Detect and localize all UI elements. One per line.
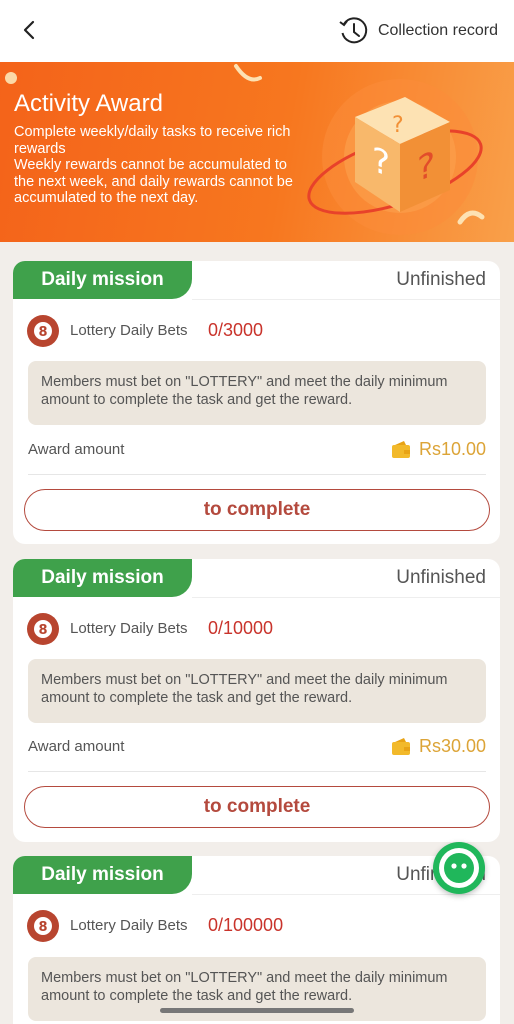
award-label: Award amount	[28, 441, 125, 458]
mission-status: Unfinished	[396, 567, 486, 588]
history-clock-icon	[339, 17, 368, 44]
svg-text:?: ?	[417, 144, 435, 191]
sparkle-decoration	[5, 72, 17, 84]
svg-text:8: 8	[38, 325, 47, 340]
task-progress: 0/100000	[208, 915, 284, 935]
mission-tag: Daily mission	[13, 261, 192, 299]
banner-description: Complete weekly/daily tasks to receive r…	[14, 124, 304, 207]
divider	[28, 771, 486, 772]
svg-text:?: ?	[392, 113, 404, 138]
lottery-ball-icon: 8	[27, 613, 59, 645]
divider	[192, 299, 500, 300]
wallet-icon	[391, 737, 410, 755]
chat-bubble-icon	[439, 848, 479, 888]
task-progress: 0/3000	[208, 320, 264, 340]
top-bar: Collection record	[0, 0, 514, 62]
award-value: Rs30.00	[418, 736, 486, 756]
task-note: Members must bet on "LOTTERY" and meet t…	[28, 361, 486, 425]
award-amount: Rs10.00	[391, 439, 486, 460]
chevron-left-icon[interactable]	[18, 16, 44, 44]
divider	[192, 894, 500, 895]
collection-record-label: Collection record	[377, 22, 498, 39]
ribbon-decoration	[234, 64, 262, 82]
task-label: Lottery Daily Bets	[70, 322, 188, 339]
chat-support-button[interactable]	[433, 842, 485, 894]
collection-record-link[interactable]: Collection record	[338, 14, 498, 48]
mission-card: Daily mission Unfinished 8 Lottery Daily…	[13, 261, 500, 544]
home-indicator	[160, 1008, 354, 1013]
mission-card: Daily mission Unfinished 8 Lottery Daily…	[13, 559, 500, 842]
task-note: Members must bet on "LOTTERY" and meet t…	[28, 659, 486, 723]
banner-line-2: Weekly rewards cannot be accumulated to …	[14, 157, 293, 206]
activity-banner: Activity Award Complete weekly/daily tas…	[0, 62, 514, 242]
lottery-ball-icon: 8	[27, 315, 59, 347]
task-progress: 0/10000	[208, 618, 274, 638]
wallet-icon	[391, 440, 410, 458]
mystery-box-icon: ? ? ?	[307, 79, 485, 235]
mission-tag: Daily mission	[13, 856, 192, 894]
award-amount: Rs30.00	[391, 736, 486, 757]
svg-text:8: 8	[38, 920, 47, 935]
banner-line-1: Complete weekly/daily tasks to receive r…	[14, 124, 291, 157]
mission-status: Unfinished	[396, 269, 486, 290]
svg-text:8: 8	[38, 623, 47, 638]
lottery-ball-icon: 8	[27, 910, 59, 942]
mission-card: Daily mission Unfinished 8 Lottery Daily…	[13, 856, 500, 1024]
task-label: Lottery Daily Bets	[70, 620, 188, 637]
svg-text:?: ?	[372, 139, 390, 185]
divider	[28, 474, 486, 475]
task-label: Lottery Daily Bets	[70, 917, 188, 934]
complete-button[interactable]: to complete	[24, 489, 490, 531]
award-value: Rs10.00	[418, 439, 486, 459]
mission-tag: Daily mission	[13, 559, 192, 597]
divider	[192, 597, 500, 598]
award-label: Award amount	[28, 738, 125, 755]
banner-title: Activity Award	[14, 90, 163, 117]
complete-button[interactable]: to complete	[24, 786, 490, 828]
